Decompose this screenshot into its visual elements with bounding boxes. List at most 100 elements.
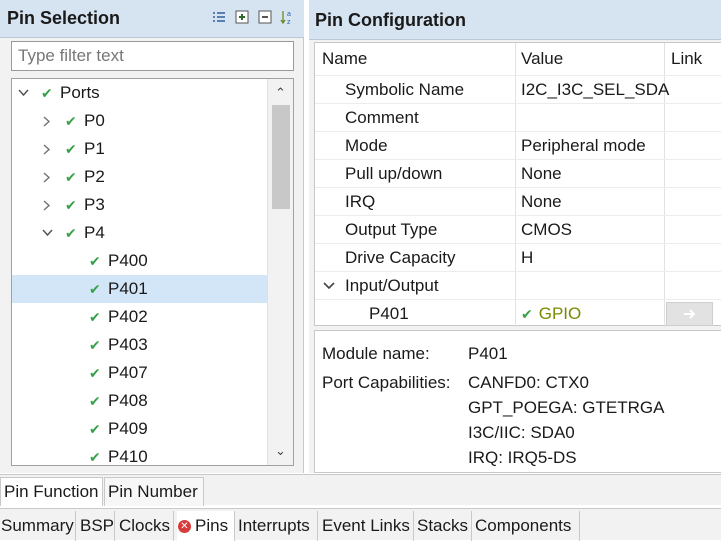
chevron-down-icon[interactable] xyxy=(323,272,335,300)
tree-vertical-scrollbar[interactable]: ⌃ ⌄ xyxy=(267,79,293,465)
config-name: Drive Capacity xyxy=(345,248,456,267)
tab-bsp[interactable]: BSP xyxy=(79,511,115,541)
tab-clocks[interactable]: Clocks xyxy=(118,511,174,541)
check-icon: ✔ xyxy=(65,168,77,185)
pin-selection-title: Pin Selection xyxy=(7,8,121,28)
tree-item-label: P1 xyxy=(84,139,105,158)
chevron-down-icon[interactable] xyxy=(16,86,30,100)
tree-item-p410[interactable]: ✔ P410 xyxy=(12,443,267,465)
tab-summary[interactable]: Summary xyxy=(0,511,76,541)
config-row[interactable]: Symbolic Name I2C_I3C_SEL_SDA xyxy=(315,75,721,103)
tree-item-label: P4 xyxy=(84,223,105,242)
tab-event-links[interactable]: Event Links xyxy=(321,511,414,541)
tree-item-p1[interactable]: ✔ P1 xyxy=(12,135,267,163)
tree-item-p408[interactable]: ✔ P408 xyxy=(12,387,267,415)
config-row[interactable]: IRQ None xyxy=(315,187,721,215)
pin-selection-toolbar: az xyxy=(211,9,296,25)
config-row[interactable]: Output Type CMOS xyxy=(315,215,721,243)
svg-text:a: a xyxy=(287,11,291,18)
column-header-value[interactable]: Value xyxy=(521,43,563,75)
config-row[interactable]: Pull up/down None xyxy=(315,159,721,187)
scroll-up-icon[interactable]: ⌃ xyxy=(268,83,293,103)
config-name: Symbolic Name xyxy=(345,80,465,99)
tree-item-p2[interactable]: ✔ P2 xyxy=(12,163,267,191)
chevron-right-icon[interactable] xyxy=(40,170,54,184)
tab-pins[interactable]: ✕ Pins xyxy=(177,511,235,541)
check-icon: ✔ xyxy=(521,305,533,322)
config-name: Pull up/down xyxy=(345,164,443,183)
config-row[interactable]: Comment xyxy=(315,103,721,131)
config-value-text: GPIO xyxy=(538,304,582,323)
config-row[interactable]: Input/Output xyxy=(315,271,721,299)
check-icon: ✔ xyxy=(89,420,101,437)
expand-all-icon[interactable] xyxy=(234,9,250,25)
config-name: Comment xyxy=(345,108,419,127)
chevron-right-icon[interactable] xyxy=(40,198,54,212)
tree-item-label: P400 xyxy=(108,251,148,270)
tree-item-p400[interactable]: ✔ P400 xyxy=(12,247,267,275)
config-value[interactable]: None xyxy=(521,188,562,216)
config-row[interactable]: Drive Capacity H xyxy=(315,243,721,271)
chevron-right-icon[interactable] xyxy=(40,114,54,128)
config-row[interactable]: P401 ✔ GPIO xyxy=(315,299,721,327)
config-value[interactable]: Peripheral mode xyxy=(521,132,646,160)
check-icon: ✔ xyxy=(89,448,101,465)
tab-pin-function[interactable]: Pin Function xyxy=(0,477,103,506)
tree-item-p0[interactable]: ✔ P0 xyxy=(12,107,267,135)
tree-item-label: P3 xyxy=(84,195,105,214)
pin-configuration-table: Name Value Link Symbolic Name I2C_I3C_SEL… xyxy=(314,42,721,327)
config-name: Output Type xyxy=(345,220,438,239)
tree-item-ports[interactable]: ✔ Ports xyxy=(12,79,267,107)
tab-pin-number[interactable]: Pin Number xyxy=(104,477,204,506)
port-capability: CANFD0: CTX0 xyxy=(468,373,589,392)
link-arrow-button[interactable] xyxy=(666,302,713,326)
config-row[interactable]: Mode Peripheral mode xyxy=(315,131,721,159)
module-info-box: Module name: P401 Port Capabilities: CAN… xyxy=(314,330,721,473)
check-icon: ✔ xyxy=(89,336,101,353)
tree-item-p407[interactable]: ✔ P407 xyxy=(12,359,267,387)
chevron-right-icon[interactable] xyxy=(40,142,54,156)
tree-item-label: P401 xyxy=(108,279,148,298)
arrow-right-icon xyxy=(683,309,695,319)
scroll-thumb[interactable] xyxy=(272,105,290,209)
check-icon: ✔ xyxy=(65,112,77,129)
check-icon: ✔ xyxy=(65,224,77,241)
editor-tab-bar: Summary BSP Clocks ✕ Pins Interrupts Eve… xyxy=(0,508,721,541)
check-icon: ✔ xyxy=(89,308,101,325)
config-value[interactable]: H xyxy=(521,244,533,272)
svg-text:z: z xyxy=(287,19,291,25)
tree-item-label: P407 xyxy=(108,363,148,382)
sort-az-icon[interactable]: az xyxy=(280,9,296,25)
tree-item-p403[interactable]: ✔ P403 xyxy=(12,331,267,359)
check-icon: ✔ xyxy=(41,84,53,101)
column-header-link[interactable]: Link xyxy=(671,43,702,75)
tree-item-p3[interactable]: ✔ P3 xyxy=(12,191,267,219)
chevron-down-icon[interactable] xyxy=(40,226,54,240)
tree-item-label: P0 xyxy=(84,111,105,130)
check-icon: ✔ xyxy=(89,364,101,381)
tab-components[interactable]: Components xyxy=(474,511,580,541)
config-value[interactable]: None xyxy=(521,160,562,188)
tree-item-p409[interactable]: ✔ P409 xyxy=(12,415,267,443)
filter-input-box xyxy=(11,41,294,71)
list-view-icon[interactable] xyxy=(211,9,227,25)
scroll-down-icon[interactable]: ⌄ xyxy=(268,441,293,461)
config-value[interactable]: I2C_I3C_SEL_SDA xyxy=(521,76,669,104)
tab-stacks[interactable]: Stacks xyxy=(416,511,472,541)
tree-item-p402[interactable]: ✔ P402 xyxy=(12,303,267,331)
tree-item-p401[interactable]: ✔ P401 xyxy=(12,275,267,303)
config-name: IRQ xyxy=(345,192,376,211)
module-name-value: P401 xyxy=(468,344,508,363)
tab-interrupts[interactable]: Interrupts xyxy=(237,511,318,541)
port-capability: GPT_POEGA: GTETRGA xyxy=(468,398,665,417)
column-header-name[interactable]: Name xyxy=(322,43,367,75)
tab-pins-label: Pins xyxy=(195,516,229,535)
collapse-all-icon[interactable] xyxy=(257,9,273,25)
filter-input[interactable] xyxy=(12,42,293,70)
tree-item-label: P402 xyxy=(108,307,148,326)
port-capability: I3C/IIC: SDA0 xyxy=(468,423,575,442)
config-value[interactable]: CMOS xyxy=(521,216,572,244)
config-value[interactable]: ✔ GPIO xyxy=(521,300,581,328)
tree-item-p4[interactable]: ✔ P4 xyxy=(12,219,267,247)
error-icon: ✕ xyxy=(178,519,191,533)
